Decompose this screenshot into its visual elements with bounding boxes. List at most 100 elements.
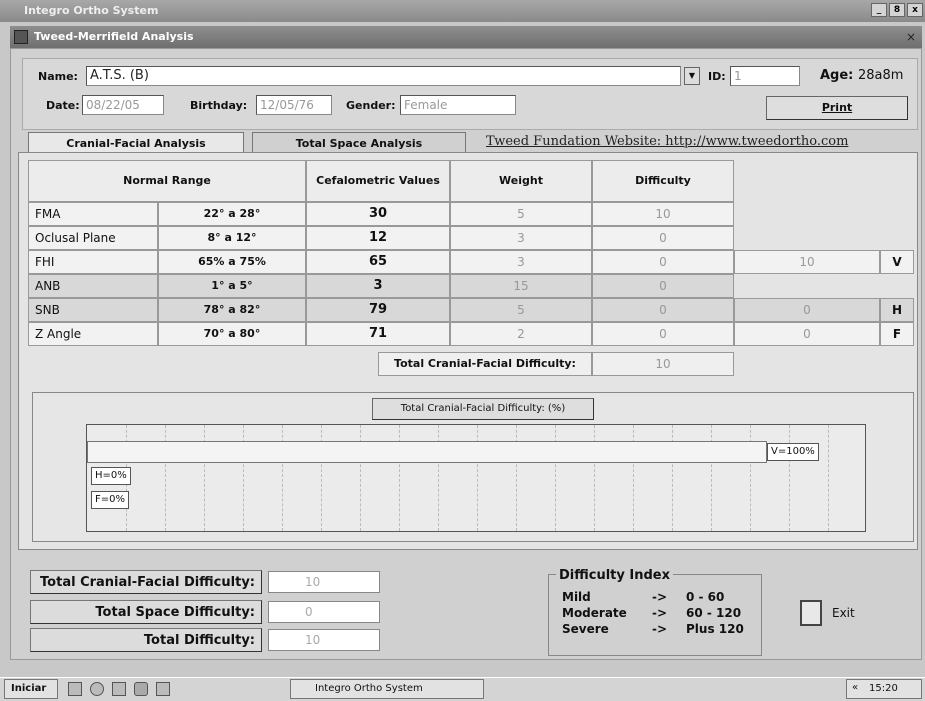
row-range-cell: 70° a 80° — [158, 322, 306, 346]
row-weight-cell: 15 — [450, 274, 592, 298]
start-button[interactable]: Iniciar — [4, 679, 58, 699]
total-cranial-value: 10 — [592, 352, 734, 376]
media-icon[interactable] — [134, 682, 148, 696]
row-range-cell: 8° a 12° — [158, 226, 306, 250]
row-range-cell: 78° a 82° — [158, 298, 306, 322]
summary-cranial-button[interactable]: Total Cranial-Facial Difficulty: — [30, 570, 262, 594]
total-cranial-label: Total Cranial-Facial Difficulty: — [378, 352, 592, 376]
row-weight-cell: 3 — [450, 226, 592, 250]
summary-space-value: 0 — [268, 601, 380, 623]
window-controls: _ 8 x — [871, 3, 923, 17]
index-level: Severe — [562, 622, 609, 636]
browser-icon[interactable] — [90, 682, 104, 696]
row-weight-cell: 5 — [450, 202, 592, 226]
summary-total-button[interactable]: Total Difficulty: — [30, 628, 262, 652]
folder-icon[interactable] — [156, 682, 170, 696]
tab-total-space[interactable]: Total Space Analysis — [252, 132, 466, 154]
row-difficulty-cell: 0 — [592, 226, 734, 250]
row-extra-cell: 10 — [734, 250, 880, 274]
row-name-cell: FHI — [28, 250, 158, 274]
restore-button[interactable]: 8 — [889, 3, 905, 17]
summary-space-button[interactable]: Total Space Difficulty: — [30, 600, 262, 624]
chart-bar-label: H=0% — [91, 467, 131, 485]
chart-gridline — [828, 425, 829, 531]
date-field[interactable]: 08/22/05 — [82, 95, 164, 115]
row-value-cell: 3 — [306, 274, 450, 298]
row-value-cell: 65 — [306, 250, 450, 274]
index-range: Plus 120 — [686, 622, 744, 636]
index-arrow: -> — [652, 606, 668, 620]
gender-field[interactable]: Female — [400, 95, 516, 115]
date-label: Date: — [46, 99, 80, 112]
header-normal-range: Normal Range — [28, 160, 306, 202]
index-arrow: -> — [652, 590, 668, 604]
header-difficulty: Difficulty — [592, 160, 734, 202]
chart-title-button[interactable]: Total Cranial-Facial Difficulty: (%) — [372, 398, 594, 420]
website-link[interactable]: Tweed Fundation Website: http://www.twee… — [486, 134, 848, 149]
row-difficulty-cell: 0 — [592, 322, 734, 346]
index-level: Mild — [562, 590, 591, 604]
name-value: A.T.S. (B) — [90, 68, 149, 83]
difficulty-index-title: Difficulty Index — [556, 568, 673, 583]
chevron-down-icon[interactable]: ▼ — [684, 67, 700, 85]
row-difficulty-cell: 10 — [592, 202, 734, 226]
summary-cranial-value: 10 — [268, 571, 380, 593]
row-extra-cell: 0 — [734, 322, 880, 346]
app-title-bar: Integro Ortho System — [0, 0, 925, 22]
row-range-cell: 22° a 28° — [158, 202, 306, 226]
row-value-cell: 12 — [306, 226, 450, 250]
index-range: 0 - 60 — [686, 590, 725, 604]
index-arrow: -> — [652, 622, 668, 636]
row-difficulty-cell: 0 — [592, 274, 734, 298]
age-label: Age: — [820, 68, 854, 83]
row-name-cell: Oclusal Plane — [28, 226, 158, 250]
row-difficulty-cell: 0 — [592, 298, 734, 322]
chart-bar — [87, 441, 767, 463]
summary-total-value: 10 — [268, 629, 380, 651]
child-window-title: Tweed-Merrifield Analysis — [34, 30, 194, 43]
child-window-icon — [14, 30, 28, 44]
chart-bar-label: F=0% — [91, 491, 129, 509]
name-label: Name: — [38, 70, 78, 83]
id-field[interactable]: 1 — [730, 66, 800, 86]
quicklaunch-icon[interactable] — [112, 682, 126, 696]
row-name-cell: FMA — [28, 202, 158, 226]
child-close-button[interactable]: × — [903, 29, 919, 45]
row-letter-cell: V — [880, 250, 914, 274]
name-select[interactable]: A.T.S. (B) — [86, 66, 681, 86]
exit-button[interactable]: Exit — [832, 606, 855, 620]
exit-door-icon[interactable] — [800, 600, 822, 626]
row-weight-cell: 5 — [450, 298, 592, 322]
row-value-cell: 79 — [306, 298, 450, 322]
chart-plot-area: V=100% H=0% F=0% — [86, 424, 866, 532]
age-value: 28a8m — [858, 68, 904, 83]
row-value-cell: 30 — [306, 202, 450, 226]
row-range-cell: 1° a 5° — [158, 274, 306, 298]
task-integro[interactable]: Integro Ortho System — [290, 679, 484, 699]
row-range-cell: 65% a 75% — [158, 250, 306, 274]
row-name-cell: SNB — [28, 298, 158, 322]
index-level: Moderate — [562, 606, 627, 620]
header-weight: Weight — [450, 160, 592, 202]
birthday-field[interactable]: 12/05/76 — [256, 95, 332, 115]
desktop-icon[interactable] — [68, 682, 82, 696]
minimize-button[interactable]: _ — [871, 3, 887, 17]
header-cefalometric: Cefalometric Values — [306, 160, 450, 202]
chart-bar-label: V=100% — [767, 443, 819, 461]
row-weight-cell: 3 — [450, 250, 592, 274]
birthday-label: Birthday: — [190, 99, 248, 112]
tab-cranial-facial[interactable]: Cranial-Facial Analysis — [28, 132, 244, 154]
row-name-cell: ANB — [28, 274, 158, 298]
row-letter-cell: H — [880, 298, 914, 322]
close-app-button[interactable]: x — [907, 3, 923, 17]
child-window-title-bar: Tweed-Merrifield Analysis — [10, 26, 922, 48]
print-button[interactable]: Print — [766, 96, 908, 120]
index-range: 60 - 120 — [686, 606, 742, 620]
chart-gridline — [789, 425, 790, 531]
tray-expand-icon[interactable]: « — [852, 682, 858, 693]
row-weight-cell: 2 — [450, 322, 592, 346]
row-name-cell: Z Angle — [28, 322, 158, 346]
row-difficulty-cell: 0 — [592, 250, 734, 274]
app-title: Integro Ortho System — [24, 4, 159, 17]
gender-label: Gender: — [346, 99, 396, 112]
